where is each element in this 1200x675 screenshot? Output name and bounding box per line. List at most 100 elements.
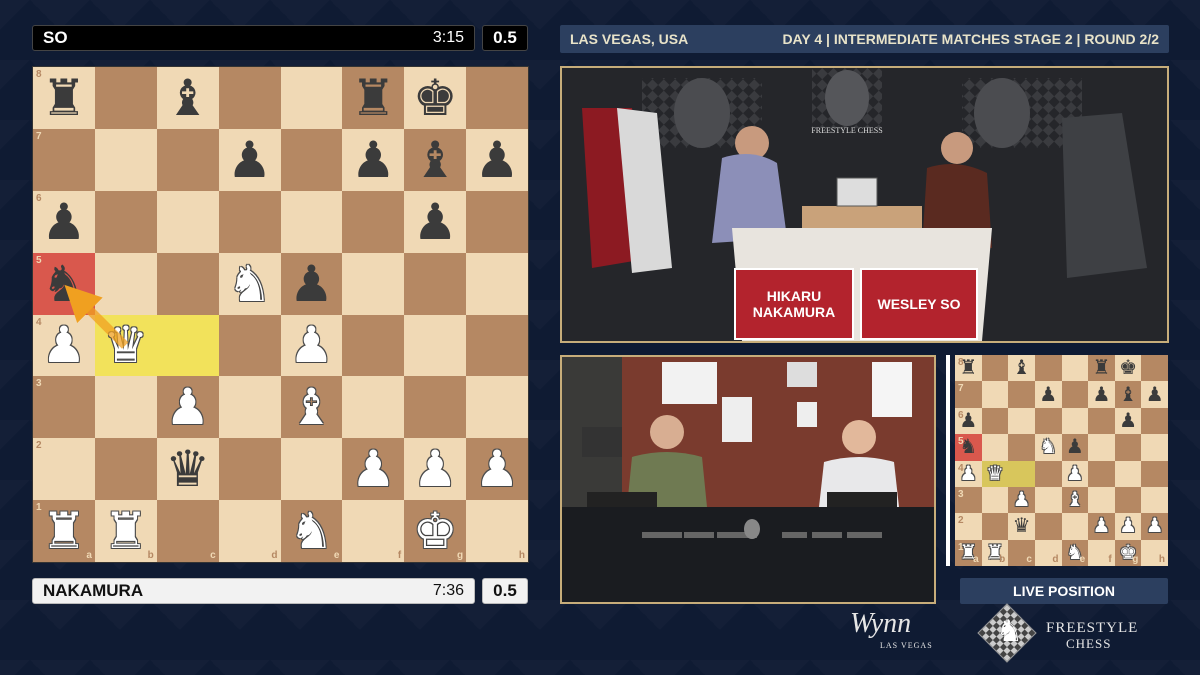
square-d8[interactable] xyxy=(218,67,281,129)
square-e1[interactable]: ♞ e xyxy=(280,500,343,562)
square-b2[interactable] xyxy=(94,438,157,501)
black-knight-icon[interactable]: ♞ xyxy=(42,259,87,309)
white-rook-icon[interactable]: ♜ xyxy=(42,506,87,556)
square-f5[interactable] xyxy=(342,252,405,315)
white-king-icon[interactable]: ♚ xyxy=(413,506,458,556)
square-c1[interactable]: c xyxy=(156,500,219,562)
black-rook-icon: ♜ xyxy=(1092,357,1111,380)
square-f4[interactable] xyxy=(342,314,405,377)
square-b5[interactable] xyxy=(94,252,157,315)
black-rook-icon[interactable]: ♜ xyxy=(351,73,396,123)
square-g2[interactable]: ♟ xyxy=(404,438,467,501)
black-king-icon[interactable]: ♚ xyxy=(413,73,458,123)
square-a2[interactable]: 2 xyxy=(33,438,95,501)
square-c2[interactable]: ♛ xyxy=(156,438,219,501)
square-h7[interactable]: ♟ xyxy=(466,128,528,191)
square-e6[interactable] xyxy=(280,190,343,253)
square-e3[interactable]: ♝ xyxy=(280,376,343,439)
square-b6[interactable] xyxy=(94,190,157,253)
square-b3[interactable] xyxy=(94,376,157,439)
white-pawn-icon[interactable]: ♟ xyxy=(475,444,520,494)
square-d4[interactable] xyxy=(218,314,281,377)
square-f7[interactable]: ♟ xyxy=(342,128,405,191)
square-c5[interactable] xyxy=(156,252,219,315)
square-e8[interactable] xyxy=(280,67,343,129)
square-c8[interactable]: ♝ xyxy=(156,67,219,129)
square-b4[interactable]: ♛ xyxy=(94,314,157,377)
square-d1[interactable]: d xyxy=(218,500,281,562)
square-h8[interactable] xyxy=(466,67,528,129)
square-g8[interactable]: ♚ xyxy=(404,67,467,129)
black-bishop-icon[interactable]: ♝ xyxy=(413,135,458,185)
square-f3 xyxy=(1088,486,1115,514)
square-h2[interactable]: ♟ xyxy=(466,438,528,501)
white-pawn-icon[interactable]: ♟ xyxy=(413,444,458,494)
square-a5[interactable]: ♞ 5 xyxy=(33,252,95,315)
square-c3[interactable]: ♟ xyxy=(156,376,219,439)
white-pawn-icon[interactable]: ♟ xyxy=(42,320,87,370)
square-h1[interactable]: h xyxy=(466,500,528,562)
black-pawn-icon[interactable]: ♟ xyxy=(413,197,458,247)
square-g3[interactable] xyxy=(404,376,467,439)
square-b1[interactable]: ♜ b xyxy=(94,500,157,562)
square-f3[interactable] xyxy=(342,376,405,439)
white-knight-icon[interactable]: ♞ xyxy=(289,506,334,556)
square-d2[interactable] xyxy=(218,438,281,501)
black-king-icon: ♚ xyxy=(1119,357,1138,380)
white-pawn-icon[interactable]: ♟ xyxy=(289,320,334,370)
square-f6[interactable] xyxy=(342,190,405,253)
square-d6[interactable] xyxy=(218,190,281,253)
square-b7[interactable] xyxy=(94,128,157,191)
square-e5[interactable]: ♟ xyxy=(280,252,343,315)
square-a6[interactable]: ♟ 6 xyxy=(33,190,95,253)
square-d6 xyxy=(1034,407,1062,435)
square-c6[interactable] xyxy=(156,190,219,253)
black-rook-icon[interactable]: ♜ xyxy=(42,73,87,123)
square-g7[interactable]: ♝ xyxy=(404,128,467,191)
square-h3[interactable] xyxy=(466,376,528,439)
square-c8: ♝ xyxy=(1008,355,1035,382)
square-f1[interactable]: f xyxy=(342,500,405,562)
white-knight-icon[interactable]: ♞ xyxy=(227,259,272,309)
white-pawn-icon[interactable]: ♟ xyxy=(165,382,210,432)
square-a8[interactable]: ♜ 8 xyxy=(33,67,95,129)
square-a7[interactable]: 7 xyxy=(33,128,95,191)
black-queen-icon[interactable]: ♛ xyxy=(165,444,210,494)
square-d3[interactable] xyxy=(218,376,281,439)
square-h6[interactable] xyxy=(466,190,528,253)
white-rook-icon[interactable]: ♜ xyxy=(103,506,148,556)
square-c4[interactable] xyxy=(156,314,219,377)
black-pawn-icon[interactable]: ♟ xyxy=(475,135,520,185)
square-g1[interactable]: ♚ g xyxy=(404,500,467,562)
square-e4[interactable]: ♟ xyxy=(280,314,343,377)
square-e7[interactable] xyxy=(280,128,343,191)
square-h5[interactable] xyxy=(466,252,528,315)
square-b8[interactable] xyxy=(94,67,157,129)
square-d7[interactable]: ♟ xyxy=(218,128,281,191)
main-chessboard[interactable]: ♜ 8 ♝ ♜ ♚ 7 ♟ ♟ ♝ ♟ ♟ 6 ♟ ♞ 5 ♞ ♟ ♟ 4 ♛ ♟ 3 ♟ ♝ 2 ♛ ♟ ♟ ♟ ♜ 1 a ♜ b c d ♞ e f ♚… xyxy=(32,66,529,563)
square-e7 xyxy=(1061,381,1089,408)
square-e2[interactable] xyxy=(280,438,343,501)
black-pawn-icon[interactable]: ♟ xyxy=(289,259,334,309)
square-a4[interactable]: ♟ 4 xyxy=(33,314,95,377)
square-g5[interactable] xyxy=(404,252,467,315)
white-pawn-icon[interactable]: ♟ xyxy=(351,444,396,494)
square-a1[interactable]: ♜ 1 a xyxy=(33,500,95,562)
square-g6[interactable]: ♟ xyxy=(404,190,467,253)
black-pawn-icon: ♟ xyxy=(1119,409,1138,432)
square-f2[interactable]: ♟ xyxy=(342,438,405,501)
top-player-name: SO xyxy=(43,28,68,47)
square-h4[interactable] xyxy=(466,314,528,377)
black-pawn-icon[interactable]: ♟ xyxy=(42,197,87,247)
square-d5[interactable]: ♞ xyxy=(218,252,281,315)
square-g4[interactable] xyxy=(404,314,467,377)
square-f8[interactable]: ♜ xyxy=(342,67,405,129)
black-pawn-icon[interactable]: ♟ xyxy=(351,135,396,185)
square-c7[interactable] xyxy=(156,128,219,191)
black-pawn-icon[interactable]: ♟ xyxy=(227,135,272,185)
square-g7: ♝ xyxy=(1114,381,1142,408)
white-queen-icon[interactable]: ♛ xyxy=(103,320,148,370)
black-bishop-icon[interactable]: ♝ xyxy=(165,73,210,123)
square-a3[interactable]: 3 xyxy=(33,376,95,439)
white-bishop-icon[interactable]: ♝ xyxy=(289,382,334,432)
